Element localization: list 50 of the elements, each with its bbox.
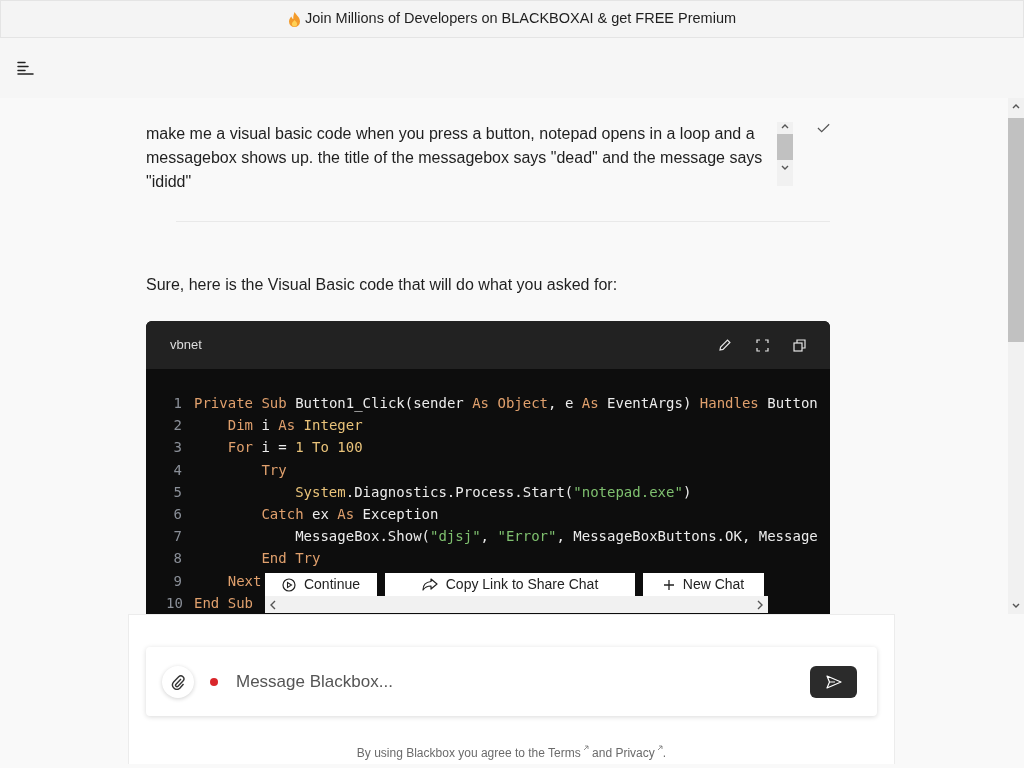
code-line: MessageBox.Show("djsj", "Error", MessageBoxButtons.OK, Message [294,527,818,547]
paperclip-icon [171,673,185,690]
scroll-right-icon[interactable] [756,599,764,610]
line-number: 9 [172,571,182,591]
pencil-icon[interactable] [718,338,732,352]
code-line: System.Diagnostics.Process.Start("notepad.exe") [294,482,692,502]
copy-icon[interactable] [793,338,806,352]
scroll-thumb[interactable] [1008,118,1024,342]
terms-notice: By using Blackbox you agree to the Terms and Privacy . [356,746,667,760]
continue-button[interactable]: Continue [265,573,377,596]
recording-dot-icon [210,677,218,686]
external-link-icon [582,745,589,751]
send-button[interactable] [810,665,857,698]
plus-icon [662,578,675,591]
line-number: 6 [172,505,182,524]
code-line: For i = 1 To 100 [226,438,363,458]
terms-link[interactable]: Terms [548,746,589,760]
code-language-label: vbnet [170,336,202,355]
menu-icon[interactable] [17,61,34,75]
code-line: Catch ex As Exception [260,505,439,524]
privacy-link[interactable]: Privacy [615,746,663,760]
line-number: 1 [172,394,182,413]
new-chat-button[interactable]: New Chat [643,573,764,596]
prompt-text[interactable]: make me a visual basic code when you press a button, notepad opens in a loop and a messagebox shows up. the title of the messagebox says "dead" and the message says "ididd" [146,122,769,190]
line-number: 2 [172,416,182,436]
line-number: 7 [172,527,182,547]
line-number: 3 [172,438,182,458]
fire-icon [287,11,301,27]
check-icon[interactable] [816,122,830,134]
line-number: 8 [172,549,182,569]
send-icon [825,674,842,689]
code-line: Dim i As Integer [226,416,363,436]
code-line: Next [226,571,262,591]
code-line: Private Sub Button1_Click(sender As Object, e As EventArgs) Handles Button [194,394,818,414]
fullscreen-icon[interactable] [756,338,769,352]
code-line: End Try [260,549,321,569]
attach-button[interactable] [162,665,194,698]
line-number: 4 [172,460,182,480]
answer-text: Sure, here is the Visual Basic code that will do what you asked for: [146,275,619,295]
code-line: End Sub [194,593,253,613]
play-icon [281,577,296,592]
scroll-thumb[interactable] [776,134,793,160]
line-number: 5 [172,482,182,502]
share-button[interactable]: Copy Link to Share Chat [385,573,635,596]
message-input[interactable]: Message Blackbox... [234,667,810,696]
external-link-icon [656,745,663,751]
code-line: Try [260,460,287,480]
line-number: 10 [166,593,182,613]
scroll-left-icon[interactable] [269,599,277,610]
share-arrow-icon [421,578,438,591]
